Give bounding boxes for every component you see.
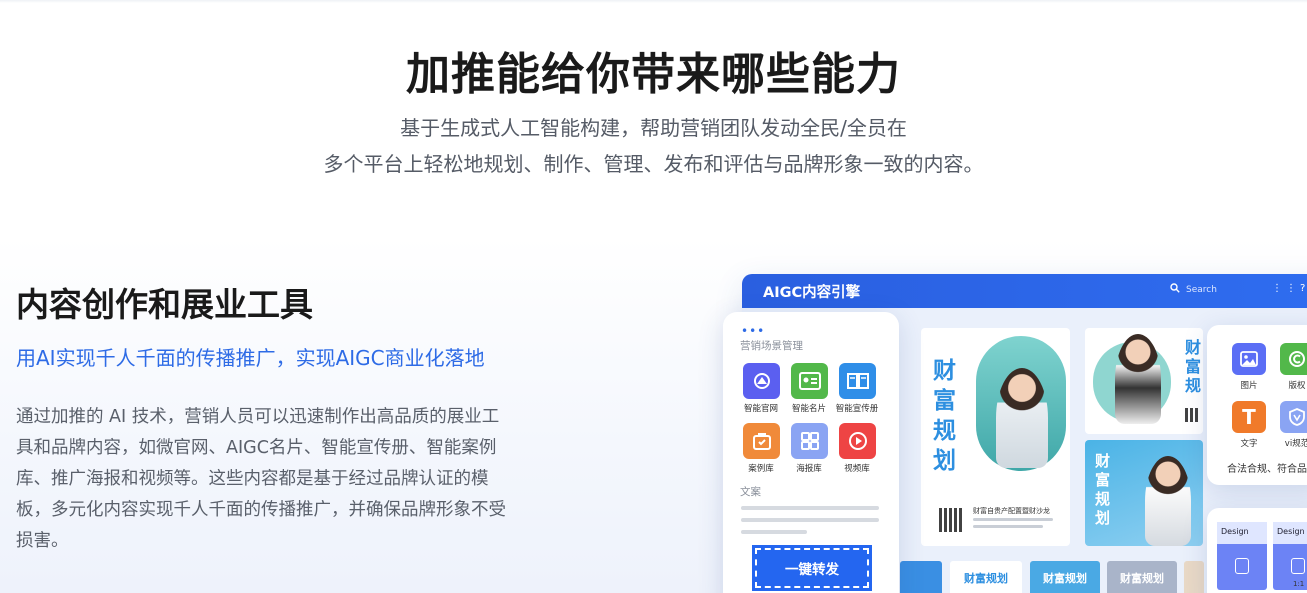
design-thumb-label: Design bbox=[1217, 522, 1267, 544]
website-icon[interactable] bbox=[743, 363, 780, 399]
design-thumb-label: Design bbox=[1273, 522, 1307, 544]
marketing-scenario-card: ••• 营销场景管理 智能官网 智能名片 智能宣传册 案例库 海报库 视频库 文… bbox=[723, 312, 899, 593]
tool-label: 智能宣传册 bbox=[835, 404, 879, 414]
compliance-card: 图片 版权 T 文字 vi规范 合法合规、符合品 bbox=[1207, 325, 1307, 485]
search-icon bbox=[1170, 283, 1180, 296]
qr-code-icon bbox=[939, 508, 963, 532]
window-titlebar: AIGC内容引擎 bbox=[742, 274, 1307, 308]
strip-poster-photo[interactable] bbox=[1184, 561, 1204, 593]
tool-label: 文字 bbox=[1240, 439, 1258, 449]
feature-description: 通过加推的 AI 技术，营销人员可以迅速制作出高品质的展业工 具和品牌内容，如微… bbox=[16, 402, 528, 557]
feature-tagline: 用AI实现千人千面的传播推广，实现AIGC商业化落地 bbox=[16, 346, 485, 370]
design-thumbnail[interactable]: Design bbox=[1217, 522, 1267, 590]
design-ratio: 1:1 bbox=[1293, 580, 1305, 588]
compliance-footer: 合法合规、符合品 bbox=[1227, 464, 1307, 475]
one-click-share-button[interactable]: 一键转发 bbox=[752, 545, 872, 591]
text-icon[interactable]: T bbox=[1232, 401, 1266, 433]
poster-headline: 财富规划 bbox=[933, 358, 956, 474]
hero-subtitle-line2: 多个平台上轻松地规划、制作、管理、发布和评估与品牌形象一致的内容。 bbox=[323, 152, 984, 176]
grid-icon[interactable]: ⋮⋮ bbox=[1272, 283, 1300, 294]
help-icon[interactable]: ? bbox=[1300, 283, 1307, 294]
tool-label: 图片 bbox=[1240, 381, 1258, 391]
case-library-icon[interactable] bbox=[743, 423, 780, 459]
poster-wealth-planning-3[interactable]: 财富规划 bbox=[1085, 440, 1203, 546]
tool-label: 版权 bbox=[1288, 381, 1306, 391]
top-divider bbox=[0, 0, 1307, 3]
poster-library-icon[interactable] bbox=[791, 423, 828, 459]
image-icon[interactable] bbox=[1232, 343, 1266, 375]
poster-wealth-planning[interactable]: 财富规划 财富自贵产配置暨财沙龙 bbox=[921, 328, 1070, 546]
strip-poster[interactable]: 财富规划 bbox=[1030, 561, 1100, 593]
video-library-icon[interactable] bbox=[839, 423, 876, 459]
design-template-card: Design Design 1:1 bbox=[1207, 508, 1307, 593]
copyright-icon[interactable] bbox=[1280, 343, 1307, 375]
hero-subtitle-line1: 基于生成式人工智能构建，帮助营销团队发动全民/全员在 bbox=[400, 116, 907, 140]
poster-text-line bbox=[973, 518, 1053, 521]
copy-text-line bbox=[741, 518, 879, 522]
copy-section-title: 文案 bbox=[740, 486, 761, 498]
card-section-title: 营销场景管理 bbox=[740, 340, 803, 352]
poster-caption: 财富自贵产配置暨财沙龙 bbox=[973, 507, 1050, 515]
menu-dots-icon[interactable]: ••• bbox=[741, 324, 765, 338]
strip-poster-photo[interactable] bbox=[900, 561, 942, 593]
brochure-icon[interactable] bbox=[839, 363, 876, 399]
feature-description-line: 通过加推的 AI 技术，营销人员可以迅速制作出高品质的展业工 bbox=[16, 407, 500, 427]
poster-headline: 财富规 bbox=[1185, 338, 1202, 395]
copy-text-line bbox=[741, 506, 879, 510]
search-placeholder: Search bbox=[1186, 284, 1217, 295]
poster-text-line bbox=[973, 525, 1043, 528]
poster-wealth-planning-2[interactable]: 财富规 bbox=[1085, 328, 1203, 434]
tool-label: vi规范 bbox=[1284, 439, 1307, 449]
feature-description-line: 库、推广海报和视频等。这些内容都是基于经过品牌认证的模 bbox=[16, 469, 489, 489]
feature-description-line: 具和品牌内容，如微官网、AIGC名片、智能宣传册、智能案例 bbox=[16, 438, 497, 458]
poster-person-image bbox=[1145, 456, 1191, 546]
hero-title: 加推能给你带来哪些能力 bbox=[406, 49, 901, 100]
copy-text-line bbox=[741, 530, 807, 534]
feature-description-line: 板，多元化内容实现千人千面的传播推广，并确保品牌形象不受 bbox=[16, 500, 506, 520]
vi-shield-icon[interactable] bbox=[1280, 401, 1307, 433]
window-toolbar-icons: ⋮⋮?⚙ bbox=[1272, 283, 1307, 294]
poster-person-image bbox=[1115, 334, 1161, 424]
window-title: AIGC内容引擎 bbox=[763, 284, 861, 301]
feature-title: 内容创作和展业工具 bbox=[16, 285, 313, 324]
strip-poster[interactable]: 财富规划 bbox=[1107, 561, 1177, 593]
qr-code-icon bbox=[1185, 408, 1199, 422]
business-card-icon[interactable] bbox=[791, 363, 828, 399]
design-figure-icon bbox=[1291, 558, 1305, 574]
tool-label: 视频库 bbox=[844, 464, 870, 474]
poster-headline: 财富规划 bbox=[1095, 452, 1111, 527]
poster-person-image bbox=[996, 368, 1048, 468]
feature-description-line: 损害。 bbox=[16, 531, 69, 551]
window-search[interactable]: Search bbox=[1170, 283, 1217, 296]
strip-poster[interactable]: 财富规划 bbox=[950, 561, 1022, 593]
design-figure-icon bbox=[1235, 558, 1249, 574]
